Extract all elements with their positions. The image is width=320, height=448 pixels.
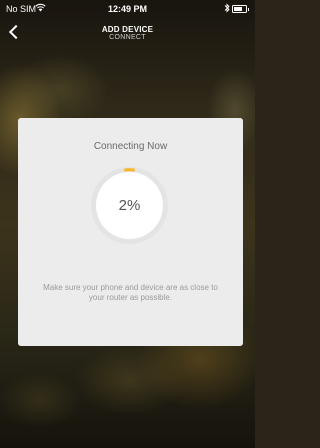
page-title: ADD DEVICE: [101, 25, 154, 34]
progress-percentage: 2%: [118, 197, 141, 214]
connecting-hint: Make sure your phone and device are as c…: [43, 283, 218, 302]
bluetooth-icon: [224, 3, 230, 15]
connecting-card: Connecting Now 2% Make sure your phone a…: [18, 118, 243, 346]
page-subtitle: CONNECT: [109, 34, 146, 41]
clock: 12:49 PM: [107, 4, 148, 14]
navigation-bar: ADD DEVICE CONNECT: [0, 18, 255, 48]
battery-icon: [232, 5, 249, 13]
status-bar: No SIM 12:49 PM: [0, 0, 255, 18]
connecting-title: Connecting Now: [93, 141, 168, 152]
progress-ring: 2%: [91, 167, 168, 244]
